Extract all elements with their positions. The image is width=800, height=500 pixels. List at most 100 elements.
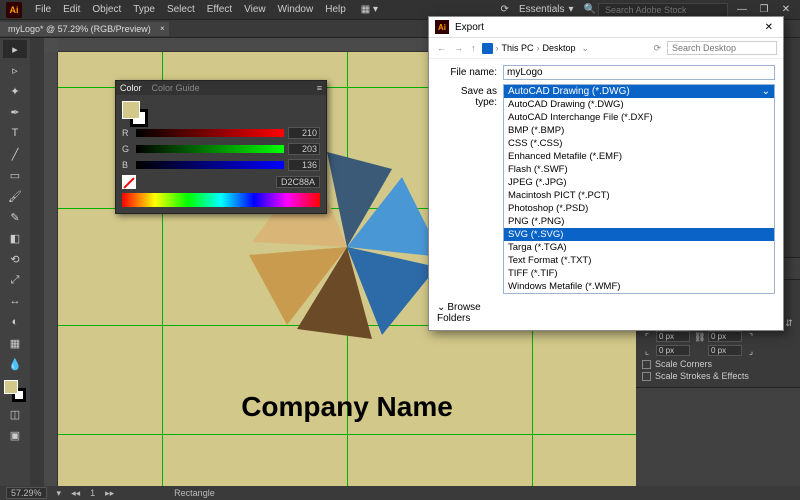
close-tab-icon[interactable]: × xyxy=(160,24,165,33)
filename-input[interactable] xyxy=(503,65,775,80)
color-swatches[interactable] xyxy=(122,101,148,127)
screen-mode-icon[interactable]: ▣ xyxy=(3,426,27,444)
breadcrumb[interactable]: › This PC › Desktop xyxy=(482,43,576,54)
saveas-combo[interactable]: AutoCAD Drawing (*.DWG)⌄ AutoCAD Drawing… xyxy=(503,84,775,294)
refresh-icon[interactable]: ⟳ xyxy=(651,43,663,54)
menu-view[interactable]: View xyxy=(239,4,271,15)
gradient-tool[interactable]: ▦ xyxy=(3,334,27,352)
color-panel[interactable]: Color Color Guide ≡ R210 G203 B136 D2C88… xyxy=(115,80,327,214)
spectrum-strip[interactable] xyxy=(122,193,320,207)
selection-tool[interactable]: ▸ xyxy=(3,40,27,58)
scale-corners-checkbox[interactable]: Scale Corners xyxy=(642,359,794,369)
saveas-option[interactable]: TIFF (*.TIF) xyxy=(504,267,774,280)
hex-value[interactable]: D2C88A xyxy=(276,176,320,188)
flip-v-icon[interactable]: ⇵ xyxy=(784,318,794,328)
saveas-option[interactable]: PNG (*.PNG) xyxy=(504,215,774,228)
menu-file[interactable]: File xyxy=(30,4,56,15)
saveas-option[interactable]: Enhanced Metafile (*.EMF) xyxy=(504,150,774,163)
document-tab[interactable]: myLogo* @ 57.29% (RGB/Preview) × xyxy=(0,22,169,36)
menu-type[interactable]: Type xyxy=(128,4,160,15)
breadcrumb-dropdown-icon[interactable]: ⌄ xyxy=(580,43,592,54)
layout-grid-icon[interactable]: ▦ ▾ xyxy=(361,4,378,15)
nav-up-icon[interactable]: ↑ xyxy=(469,43,478,53)
artboard-nav-prev-icon[interactable]: ◂◂ xyxy=(71,488,80,499)
rectangle-tool[interactable]: ▭ xyxy=(3,166,27,184)
nav-back-icon[interactable]: ← xyxy=(435,43,448,53)
fill-swatch[interactable] xyxy=(4,380,18,394)
b-value[interactable]: 136 xyxy=(288,159,320,171)
corner-tr-field[interactable] xyxy=(708,331,742,342)
artboard-nav-next-icon[interactable]: ▸▸ xyxy=(105,488,114,499)
draw-mode-icon[interactable]: ◫ xyxy=(3,405,27,423)
corner-bl-field[interactable] xyxy=(656,345,690,356)
brush-tool[interactable]: 🖌 xyxy=(3,187,27,205)
saveas-option[interactable]: Photoshop (*.PSD) xyxy=(504,202,774,215)
corner-br-field[interactable] xyxy=(708,345,742,356)
browse-folders-toggle[interactable]: ⌄Browse Folders xyxy=(437,298,503,324)
saveas-option[interactable]: SVG (*.SVG) xyxy=(504,228,774,241)
logo-text[interactable]: Company Name xyxy=(241,391,453,423)
type-tool[interactable]: T xyxy=(3,124,27,142)
saveas-option[interactable]: Windows Metafile (*.WMF) xyxy=(504,280,774,293)
color-tab[interactable]: Color xyxy=(120,83,142,93)
breadcrumb-item[interactable]: Desktop xyxy=(543,43,576,53)
color-panel-tabs: Color Color Guide ≡ xyxy=(116,81,326,95)
nav-fwd-icon[interactable]: → xyxy=(452,43,465,53)
search-folder-input[interactable] xyxy=(667,41,777,55)
saveas-option[interactable]: Targa (*.TGA) xyxy=(504,241,774,254)
r-value[interactable]: 210 xyxy=(288,127,320,139)
g-slider[interactable] xyxy=(136,145,284,153)
saveas-option[interactable]: JPEG (*.JPG) xyxy=(504,176,774,189)
eraser-tool[interactable]: ◧ xyxy=(3,229,27,247)
dialog-close-icon[interactable]: ✕ xyxy=(761,22,777,33)
menu-edit[interactable]: Edit xyxy=(58,4,85,15)
saveas-option[interactable]: Flash (*.SWF) xyxy=(504,163,774,176)
menu-object[interactable]: Object xyxy=(87,4,126,15)
artboard-page[interactable]: 1 xyxy=(90,488,95,498)
b-slider[interactable] xyxy=(136,161,284,169)
saveas-option[interactable]: AutoCAD Interchange File (*.DXF) xyxy=(504,111,774,124)
scale-tool[interactable]: ⤢ xyxy=(3,271,27,289)
breadcrumb-item[interactable]: This PC xyxy=(502,43,534,53)
width-tool[interactable]: ↔ xyxy=(3,292,27,310)
panel-menu-icon[interactable]: ≡ xyxy=(317,83,322,93)
menu-effect[interactable]: Effect xyxy=(202,4,237,15)
menu-select[interactable]: Select xyxy=(162,4,200,15)
saveas-selected[interactable]: AutoCAD Drawing (*.DWG)⌄ xyxy=(504,85,774,98)
magic-wand-tool[interactable]: ✦ xyxy=(3,82,27,100)
ruler-vertical[interactable] xyxy=(44,52,58,486)
window-minimize-icon[interactable]: — xyxy=(734,4,750,15)
filename-label: File name: xyxy=(437,65,503,78)
saveas-option[interactable]: CSS (*.CSS) xyxy=(504,137,774,150)
direct-select-tool[interactable]: ▹ xyxy=(3,61,27,79)
fill-stroke-swatches[interactable] xyxy=(4,380,26,402)
shape-builder-tool[interactable]: ◐ xyxy=(3,313,27,331)
workspace-switcher[interactable]: Essentials ▾ xyxy=(511,4,582,15)
window-close-icon[interactable]: ✕ xyxy=(778,4,794,15)
menu-help[interactable]: Help xyxy=(320,4,351,15)
r-slider[interactable] xyxy=(136,129,284,137)
eyedropper-tool[interactable]: 💧 xyxy=(3,355,27,373)
pencil-tool[interactable]: ✎ xyxy=(3,208,27,226)
color-guide-tab[interactable]: Color Guide xyxy=(152,83,200,93)
zoom-dropdown-icon[interactable]: ▾ xyxy=(57,488,62,499)
g-value[interactable]: 203 xyxy=(288,143,320,155)
none-color-icon[interactable] xyxy=(122,175,136,189)
search-stock-input[interactable] xyxy=(598,3,728,17)
panel-dock-strip[interactable] xyxy=(30,38,44,486)
saveas-option[interactable]: Text Format (*.TXT) xyxy=(504,254,774,267)
saveas-option[interactable]: AutoCAD Drawing (*.DWG) xyxy=(504,98,774,111)
cloud-sync-icon[interactable]: ⟳ xyxy=(501,4,509,15)
window-restore-icon[interactable]: ❐ xyxy=(756,4,772,15)
saveas-option[interactable]: BMP (*.BMP) xyxy=(504,124,774,137)
saveas-option[interactable]: Macintosh PICT (*.PCT) xyxy=(504,189,774,202)
link-corners-icon[interactable]: ⛓ xyxy=(694,332,704,342)
pen-tool[interactable]: ✒ xyxy=(3,103,27,121)
menu-window[interactable]: Window xyxy=(273,4,319,15)
line-tool[interactable]: ╱ xyxy=(3,145,27,163)
rotate-tool[interactable]: ⟲ xyxy=(3,250,27,268)
zoom-field[interactable]: 57.29% xyxy=(6,487,47,499)
corner-tl-field[interactable] xyxy=(656,331,690,342)
fill-color-swatch[interactable] xyxy=(122,101,140,119)
scale-strokes-checkbox[interactable]: Scale Strokes & Effects xyxy=(642,371,794,381)
